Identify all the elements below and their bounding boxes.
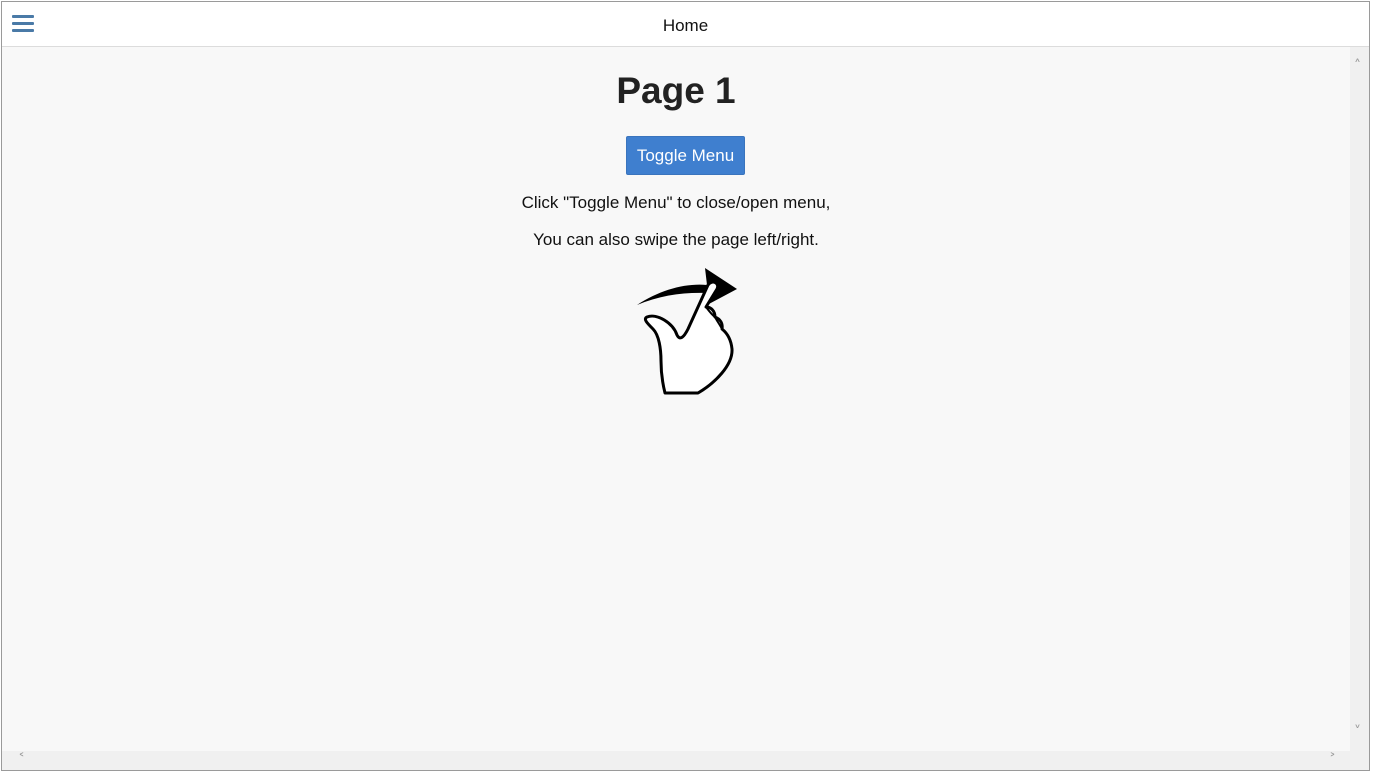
- scroll-up-icon[interactable]: ˄: [1354, 59, 1361, 73]
- app-window: Home Page 1 Toggle Menu Click "Toggle Me…: [1, 1, 1370, 771]
- toggle-menu-button[interactable]: Toggle Menu: [626, 136, 745, 175]
- scrollbar-corner: [1350, 751, 1369, 770]
- header-title: Home: [662, 16, 709, 35]
- scroll-right-icon[interactable]: ˃: [1329, 753, 1336, 767]
- vertical-scrollbar[interactable]: ˄ ˅: [1350, 47, 1369, 751]
- swipe-hint-text: You can also swipe the page left/right.: [533, 230, 819, 249]
- scroll-left-icon[interactable]: ˂: [18, 753, 25, 767]
- horizontal-scrollbar[interactable]: ˂ ˃: [2, 751, 1350, 770]
- page-title: Page 1: [616, 70, 736, 111]
- page-content: Page 1 Toggle Menu Click "Toggle Menu" t…: [2, 47, 1350, 751]
- header-bar: Home: [2, 2, 1369, 47]
- instruction-text: Click "Toggle Menu" to close/open menu,: [521, 193, 831, 212]
- scroll-down-icon[interactable]: ˅: [1354, 725, 1361, 739]
- swipe-gesture-icon: [637, 268, 737, 395]
